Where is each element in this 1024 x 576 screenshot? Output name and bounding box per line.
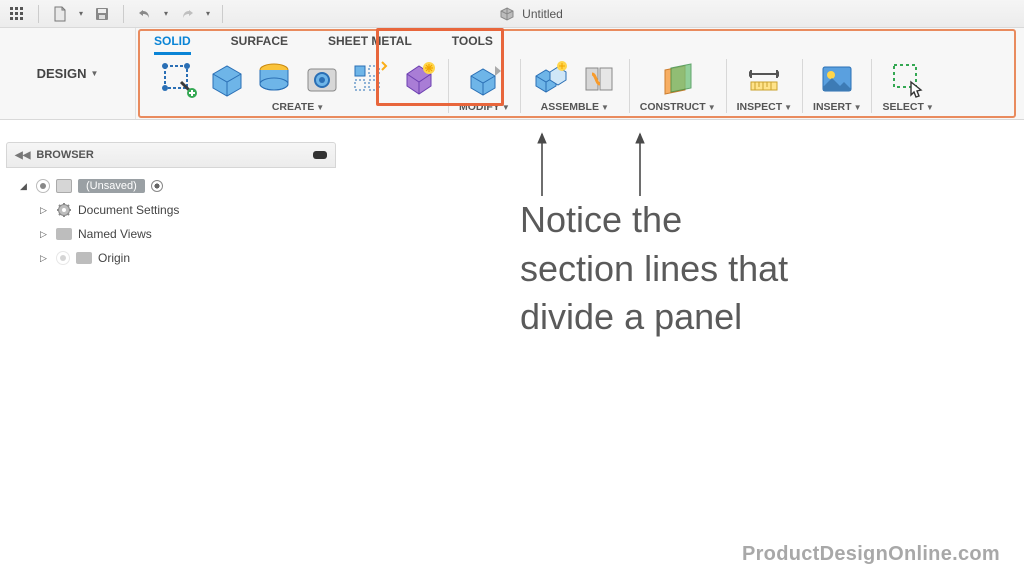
visibility-icon[interactable] (56, 251, 70, 265)
tab-sheetmetal[interactable]: SHEET METAL (328, 34, 412, 55)
new-file-icon[interactable] (51, 5, 69, 23)
visibility-icon[interactable] (36, 179, 50, 193)
folder-icon (76, 252, 92, 264)
browser-title: BROWSER (36, 149, 93, 161)
folder-icon (56, 228, 72, 240)
tree-item-docsettings[interactable]: ▷ Document Settings (6, 198, 336, 222)
expand-icon[interactable]: ▷ (40, 205, 50, 216)
panel-create-label[interactable]: CREATE▼ (272, 101, 324, 113)
panel-inspect: INSPECT▼ (727, 59, 803, 113)
chevron-down-icon: ▼ (90, 69, 98, 78)
panel-insert: INSERT▼ (803, 59, 872, 113)
annotation-line: section lines that (520, 245, 788, 294)
browser-minimize-icon[interactable] (313, 151, 327, 159)
tree-root[interactable]: ◢ (Unsaved) (6, 174, 336, 198)
panel-select-label[interactable]: SELECT▼ (882, 101, 933, 113)
annotation-arrows (520, 128, 680, 198)
create-form-icon[interactable] (398, 59, 438, 99)
panel-modify-label[interactable]: MODIFY▼ (459, 101, 510, 113)
tree-item-origin[interactable]: ▷ Origin (6, 246, 336, 270)
new-file-dropdown[interactable]: ▾ (79, 9, 83, 18)
workspace-label: DESIGN (37, 66, 87, 81)
undo-dropdown[interactable]: ▾ (164, 9, 168, 18)
annotation-line: Notice the (520, 196, 788, 245)
panel-select: SELECT▼ (872, 59, 943, 113)
create-sketch-icon[interactable] (158, 59, 198, 99)
modify-presspull-icon[interactable] (464, 59, 504, 99)
expand-icon[interactable]: ▷ (40, 229, 50, 240)
browser-header[interactable]: ◀◀ BROWSER (6, 142, 336, 168)
create-hole-icon[interactable] (302, 59, 342, 99)
tree-item-label: Named Views (78, 227, 152, 241)
panel-insert-label[interactable]: INSERT▼ (813, 101, 861, 113)
panel-create: CREATE▼ (148, 59, 449, 113)
redo-icon[interactable] (178, 5, 196, 23)
create-pattern-icon[interactable] (350, 59, 390, 99)
workspace-switcher[interactable]: DESIGN ▼ (0, 28, 136, 119)
expand-icon[interactable]: ▷ (40, 253, 50, 264)
annotation-line: divide a panel (520, 293, 788, 342)
app-titlebar: ▾ ▾ ▾ Untitled (0, 0, 1024, 28)
gear-icon (56, 202, 72, 218)
doc-cube-icon (498, 5, 516, 23)
panel-modify: MODIFY▼ (449, 59, 521, 113)
create-extrude-icon[interactable] (254, 59, 294, 99)
panel-inspect-label[interactable]: INSPECT▼ (737, 101, 792, 113)
annotation-text: Notice the section lines that divide a p… (520, 196, 788, 342)
component-icon (56, 179, 72, 193)
save-icon[interactable] (93, 5, 111, 23)
panel-construct: CONSTRUCT▼ (630, 59, 727, 113)
panel-assemble: ASSEMBLE▼ (521, 59, 630, 113)
browser-tree: ◢ (Unsaved) ▷ Document Settings ▷ Named … (6, 168, 336, 276)
activate-radio-icon[interactable] (151, 180, 163, 192)
app-grid-icon[interactable] (8, 5, 26, 23)
insert-decal-icon[interactable] (817, 59, 857, 99)
panel-construct-label[interactable]: CONSTRUCT▼ (640, 101, 716, 113)
panel-assemble-label[interactable]: ASSEMBLE▼ (541, 101, 609, 113)
select-window-icon[interactable] (888, 59, 928, 99)
tab-tools[interactable]: TOOLS (452, 34, 493, 55)
tab-surface[interactable]: SURFACE (231, 34, 288, 55)
assemble-joint-icon[interactable] (579, 59, 619, 99)
browser-collapse-icon[interactable]: ◀◀ (15, 150, 30, 161)
ribbon-tabs: SOLID SURFACE SHEET METAL TOOLS (136, 28, 1024, 55)
tree-item-label: Origin (98, 251, 130, 265)
undo-icon[interactable] (136, 5, 154, 23)
doc-title: Untitled (522, 7, 563, 21)
redo-dropdown[interactable]: ▾ (206, 9, 210, 18)
tree-item-namedviews[interactable]: ▷ Named Views (6, 222, 336, 246)
assemble-newcomponent-icon[interactable] (531, 59, 571, 99)
browser-panel: ◀◀ BROWSER ◢ (Unsaved) ▷ Document Settin… (6, 142, 336, 276)
tree-item-label: Document Settings (78, 203, 179, 217)
expand-icon[interactable]: ◢ (20, 181, 30, 192)
create-box-icon[interactable] (206, 59, 246, 99)
construct-plane-icon[interactable] (658, 59, 698, 99)
tab-solid[interactable]: SOLID (154, 34, 191, 55)
root-label: (Unsaved) (78, 179, 145, 193)
watermark: ProductDesignOnline.com (742, 543, 1000, 566)
inspect-measure-icon[interactable] (744, 59, 784, 99)
